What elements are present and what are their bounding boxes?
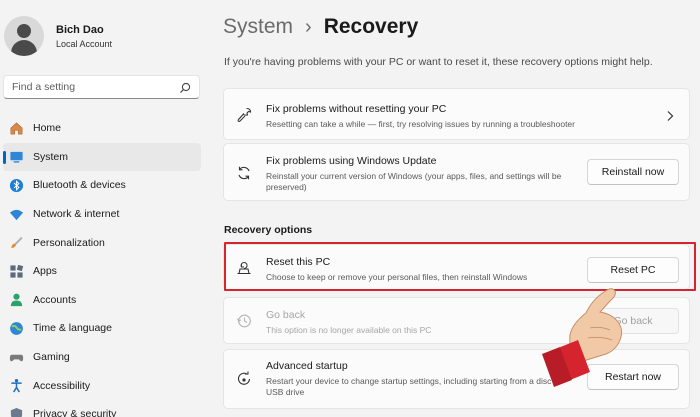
sidebar-item-time-language[interactable]: Time & language (3, 314, 201, 343)
sync-icon (236, 165, 252, 181)
sidebar-nav: Home System Bluetooth & devices Network … (3, 114, 201, 417)
recovery-options-heading: Recovery options (224, 224, 313, 236)
sidebar-item-label: Accessibility (33, 379, 91, 392)
sidebar-item-label: Home (33, 122, 62, 135)
sidebar-item-label: Network & internet (33, 208, 120, 221)
pointing-hand-icon (542, 288, 623, 387)
sidebar-item-bluetooth[interactable]: Bluetooth & devices (3, 171, 201, 200)
reinstall-now-button[interactable]: Reinstall now (587, 159, 679, 185)
restart-icon (236, 371, 252, 387)
accessibility-icon (8, 378, 24, 394)
sidebar: Bich Dao Local Account Find a setting Ho… (0, 0, 210, 417)
system-icon (8, 149, 24, 165)
sidebar-item-label: Personalization (33, 236, 105, 249)
home-icon (8, 120, 24, 136)
windows-update-desc: Reinstall your current version of Window… (266, 171, 562, 192)
sidebar-item-privacy[interactable]: Privacy & security (3, 400, 201, 417)
apps-icon (8, 263, 24, 279)
wrench-icon (236, 107, 252, 123)
sidebar-item-label: Time & language (33, 322, 112, 335)
sidebar-item-label: Apps (33, 265, 57, 278)
globe-icon (8, 320, 24, 336)
breadcrumb-parent[interactable]: System (223, 15, 293, 39)
sidebar-item-label: System (33, 150, 69, 163)
reset-pc-icon (236, 260, 252, 276)
fix-problems-card[interactable]: Fix problems without resetting your PC R… (223, 88, 690, 140)
windows-update-title: Fix problems using Windows Update (266, 155, 437, 167)
sidebar-item-label: Bluetooth & devices (33, 179, 126, 192)
chevron-right-icon[interactable] (665, 109, 675, 121)
user-profile[interactable]: Bich Dao Local Account (4, 16, 112, 56)
sidebar-item-accessibility[interactable]: Accessibility (3, 371, 201, 400)
profile-name: Bich Dao (56, 23, 104, 36)
history-icon (236, 313, 252, 329)
reset-pc-title: Reset this PC (266, 256, 331, 268)
sidebar-item-apps[interactable]: Apps (3, 257, 201, 286)
profile-account-type: Local Account (56, 38, 113, 49)
wifi-icon (8, 206, 24, 222)
sidebar-item-personalization[interactable]: Personalization (3, 228, 201, 257)
account-icon (8, 292, 24, 308)
brush-icon (8, 235, 24, 251)
sidebar-item-label: Gaming (33, 351, 70, 364)
sidebar-item-home[interactable]: Home (3, 114, 201, 143)
shield-icon (8, 406, 24, 417)
bluetooth-icon (8, 177, 24, 193)
windows-update-card: Fix problems using Windows Update Reinst… (223, 143, 690, 201)
fix-problems-title: Fix problems without resetting your PC (266, 103, 447, 115)
breadcrumb-separator: › (305, 15, 312, 38)
fix-problems-desc: Resetting can take a while — first, try … (266, 119, 575, 129)
page-title: Recovery (323, 15, 419, 38)
page-description: If you're having problems with your PC o… (224, 56, 653, 68)
sidebar-item-system[interactable]: System (3, 142, 201, 172)
search-icon[interactable] (179, 81, 191, 93)
sidebar-item-label: Accounts (33, 293, 77, 306)
avatar (4, 16, 44, 56)
search-placeholder: Find a setting (12, 81, 76, 93)
sidebar-item-network[interactable]: Network & internet (3, 200, 201, 229)
gaming-icon (8, 349, 24, 365)
breadcrumb: System › Recovery (223, 15, 418, 39)
sidebar-item-accounts[interactable]: Accounts (3, 286, 201, 315)
search-input[interactable]: Find a setting (3, 75, 200, 99)
sidebar-item-label: Privacy & security (33, 408, 117, 417)
sidebar-item-gaming[interactable]: Gaming (3, 343, 201, 372)
